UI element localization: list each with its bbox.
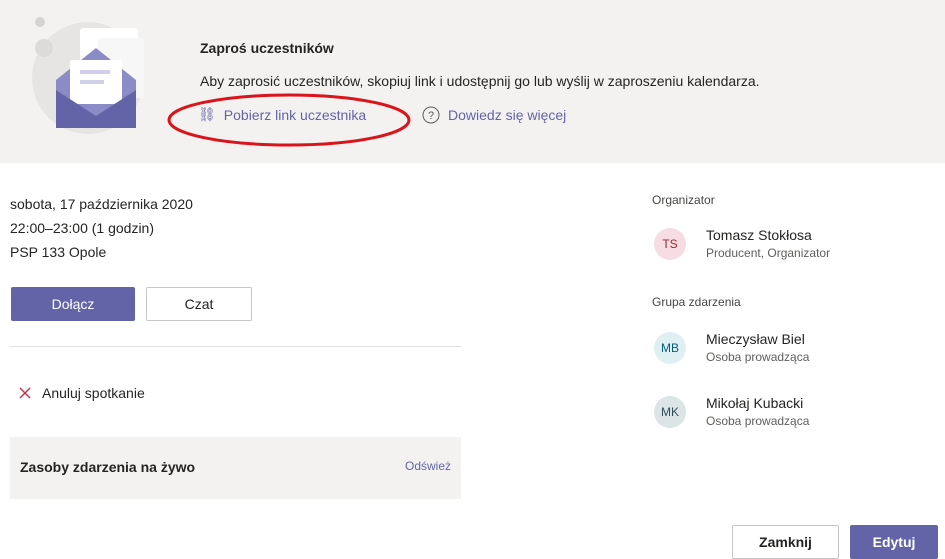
organizer-name: Tomasz Stokłosa (706, 227, 812, 243)
member-role: Osoba prowadząca (706, 414, 810, 428)
organizer-label: Organizator (652, 193, 715, 207)
close-icon (19, 387, 31, 399)
banner-description: Aby zaprosić uczestników, skopiuj link i… (200, 73, 760, 89)
group-member[interactable]: MK Mikołaj Kubacki Osoba prowadząca (654, 394, 809, 430)
envelope-illustration (32, 17, 144, 134)
svg-text:?: ? (428, 110, 434, 122)
help-icon: ? (422, 106, 440, 124)
event-time: 22:00–23:00 (1 godzin) (10, 220, 154, 236)
avatar: MK (654, 396, 686, 428)
resources-title: Zasoby zdarzenia na żywo (20, 459, 196, 475)
invite-banner: Zaproś uczestników Aby zaprosić uczestni… (0, 0, 945, 163)
member-name: Mieczysław Biel (706, 331, 805, 347)
member-role: Osoba prowadząca (706, 350, 810, 364)
chat-button[interactable]: Czat (146, 287, 252, 321)
event-group-label: Grupa zdarzenia (652, 295, 741, 309)
join-button[interactable]: Dołącz (11, 287, 135, 321)
cancel-meeting-label: Anuluj spotkanie (42, 385, 145, 401)
avatar: TS (654, 228, 686, 260)
edit-button[interactable]: Edytuj (850, 525, 938, 559)
organizer-role: Producent, Organizator (706, 246, 831, 260)
cancel-meeting-button[interactable]: Anuluj spotkanie (18, 385, 145, 401)
learn-more-link[interactable]: ? Dowiedz się więcej (422, 106, 566, 124)
group-member[interactable]: MB Mieczysław Biel Osoba prowadząca (654, 330, 809, 366)
close-button[interactable]: Zamknij (732, 525, 839, 559)
refresh-link[interactable]: Odśwież (405, 459, 451, 473)
avatar: MB (654, 332, 686, 364)
organizer-person[interactable]: TS Tomasz Stokłosa Producent, Organizato… (654, 226, 830, 262)
event-location: PSP 133 Opole (10, 244, 107, 260)
banner-title: Zaproś uczestników (200, 40, 334, 56)
red-highlight-oval (167, 93, 411, 147)
live-event-resources: Zasoby zdarzenia na żywo Odśwież (10, 437, 461, 499)
divider (10, 346, 461, 347)
event-details: sobota, 17 października 2020 22:00–23:00… (10, 192, 193, 264)
learn-more-label: Dowiedz się więcej (448, 107, 567, 123)
event-date: sobota, 17 października 2020 (10, 196, 193, 212)
member-name: Mikołaj Kubacki (706, 395, 804, 411)
